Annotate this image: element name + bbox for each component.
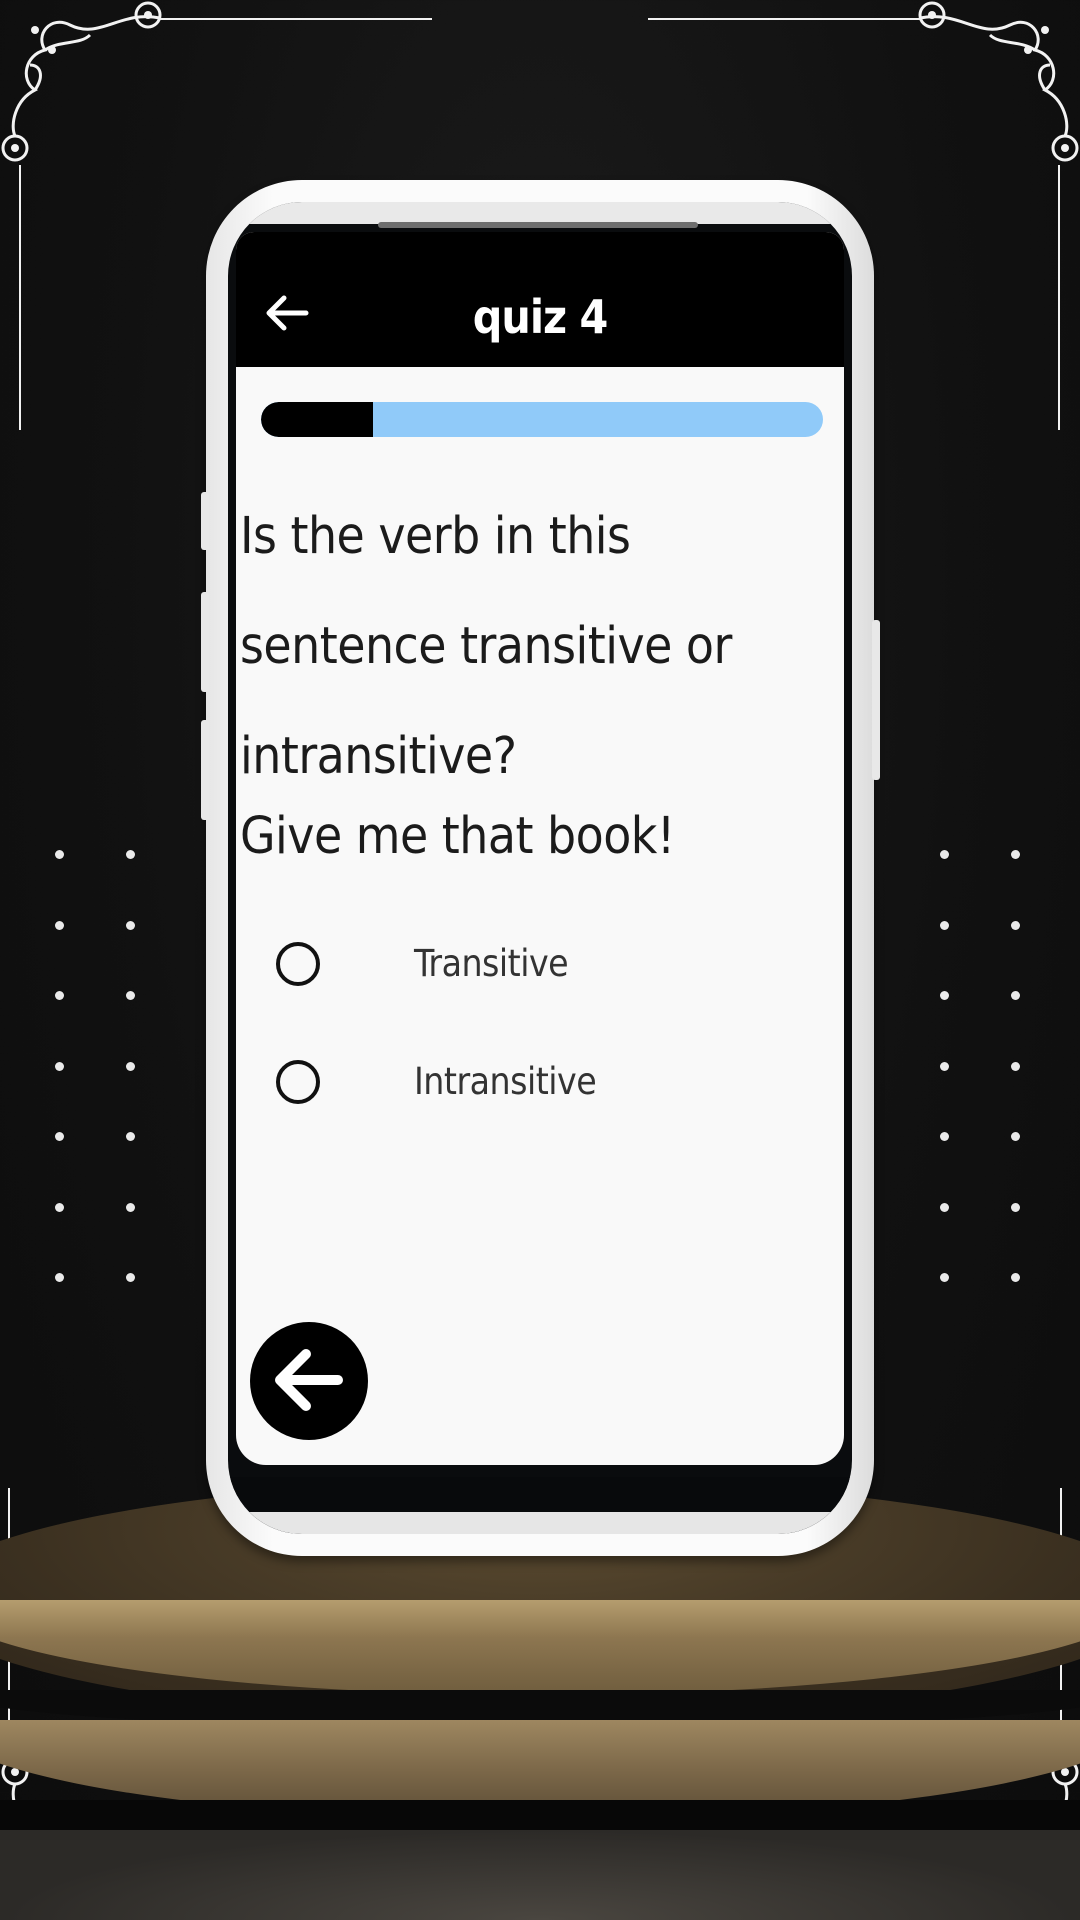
phone-speaker — [378, 222, 698, 228]
decorative-dot — [126, 1273, 135, 1282]
dot-grid-left — [55, 850, 145, 1290]
decorative-dot — [55, 1202, 64, 1212]
frame-line-right-upper — [1058, 165, 1060, 430]
decorative-dot — [126, 1132, 135, 1141]
frame-line-left-upper — [19, 165, 21, 430]
phone-power-button — [872, 620, 880, 780]
decorative-dot — [55, 1273, 64, 1282]
radio-button[interactable] — [276, 942, 320, 986]
arrow-left-icon — [275, 1349, 343, 1411]
app-screen: quiz 4 Is the verb in this sentence tran… — [236, 232, 844, 1465]
decorative-dot — [126, 850, 135, 859]
corner-ornament-top-left-icon — [1, 1, 162, 162]
decorative-dot — [126, 991, 135, 1000]
decorative-dot — [1011, 1132, 1020, 1141]
option-intransitive[interactable]: Intransitive — [276, 1050, 816, 1110]
option-label: Transitive — [414, 942, 569, 985]
decorative-dot — [55, 1061, 64, 1071]
decorative-dot — [55, 1132, 64, 1141]
decorative-dot — [940, 1061, 949, 1071]
decorative-dot — [940, 850, 949, 859]
previous-question-button[interactable] — [250, 1322, 368, 1440]
decorative-dot — [940, 1132, 949, 1141]
decorative-dot — [55, 850, 64, 859]
decorative-dot — [1011, 920, 1020, 930]
dot-grid-right — [940, 850, 1030, 1290]
option-label: Intransitive — [414, 1060, 597, 1103]
phone-display: quiz 4 Is the verb in this sentence tran… — [228, 202, 852, 1534]
question-sentence: Give me that book! — [240, 807, 675, 866]
decorative-dot — [1011, 1061, 1020, 1071]
decorative-dot — [55, 920, 64, 930]
phone-mockup: quiz 4 Is the verb in this sentence tran… — [201, 180, 880, 1556]
phone-volume-up-button — [201, 592, 209, 692]
frame-line-top-right — [648, 18, 920, 20]
phone-volume-down-button — [201, 720, 209, 820]
decorative-dot — [1011, 1273, 1020, 1282]
app-bar: quiz 4 — [236, 232, 844, 367]
option-transitive[interactable]: Transitive — [276, 932, 816, 992]
decorative-dot — [940, 1273, 949, 1282]
decorative-dot — [940, 920, 949, 930]
question-text: Is the verb in this sentence transitive … — [240, 507, 732, 786]
phone-bezel-top — [228, 202, 852, 224]
decorative-dot — [55, 991, 64, 1000]
quiz-progress-fill — [261, 402, 374, 437]
decorative-dot — [1011, 850, 1020, 859]
radio-button[interactable] — [276, 1060, 320, 1104]
floor — [0, 1830, 1080, 1920]
frame-line-top-left — [160, 18, 432, 20]
page-title: quiz 4 — [472, 290, 609, 344]
phone-bezel-bottom — [228, 1512, 852, 1534]
floor-band — [0, 1800, 1080, 1830]
decorative-dot — [940, 991, 949, 1000]
corner-ornament-top-right-icon — [918, 1, 1079, 162]
phone-side-button — [201, 492, 209, 550]
decorative-dot — [126, 1202, 135, 1212]
decorative-dot — [940, 1202, 949, 1212]
decorative-dot — [126, 1061, 135, 1071]
decorative-dot — [1011, 991, 1020, 1000]
decorative-dot — [126, 920, 135, 930]
decorative-dot — [1011, 1202, 1020, 1212]
quiz-progress-bar — [261, 402, 823, 437]
